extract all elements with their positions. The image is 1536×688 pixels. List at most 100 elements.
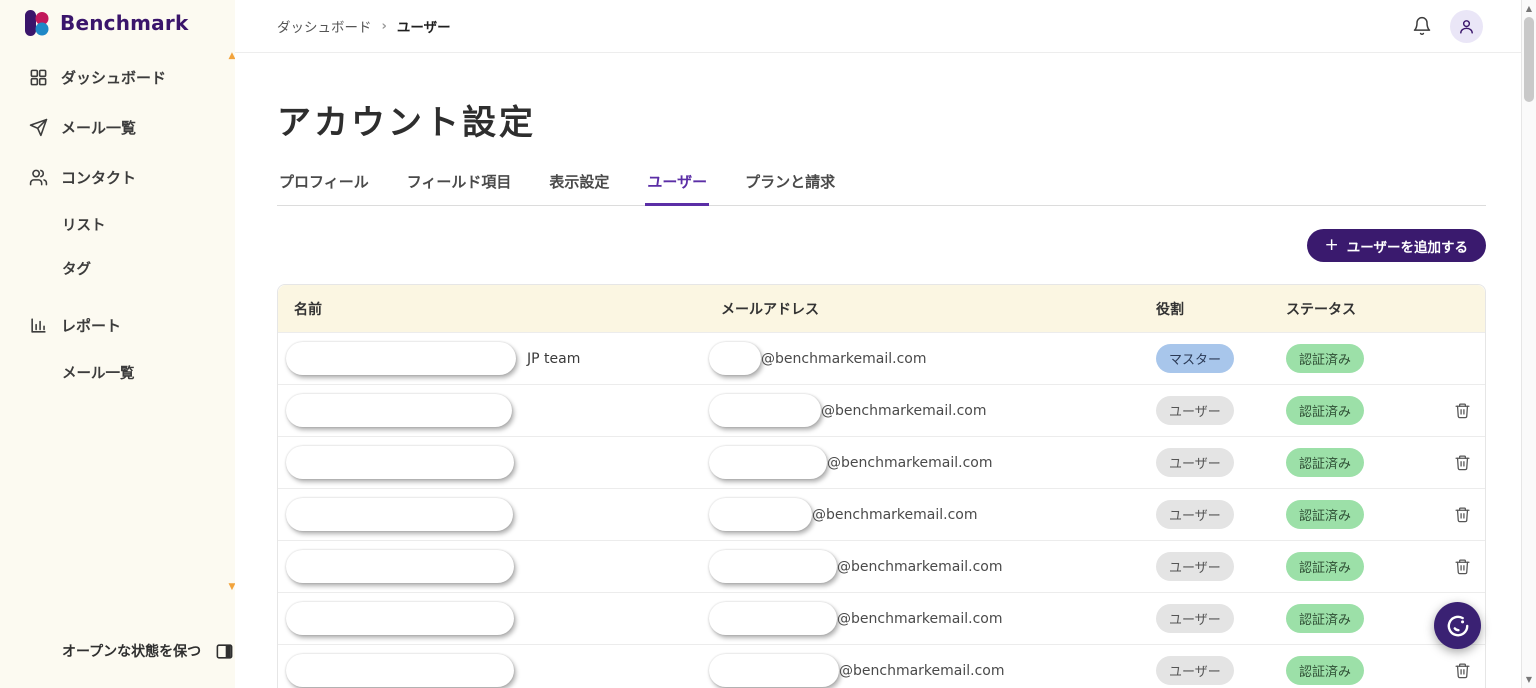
role-cell: ユーザー xyxy=(1156,656,1286,685)
tab[interactable]: プロフィール xyxy=(277,171,371,205)
trash-icon[interactable] xyxy=(1454,454,1471,471)
breadcrumb-separator-icon: › xyxy=(381,18,387,34)
sidebar-item[interactable]: タグ xyxy=(0,246,235,290)
add-user-label: ユーザーを追加する xyxy=(1346,239,1468,256)
topbar: ダッシュボード › ユーザー xyxy=(235,0,1521,53)
sidebar-item[interactable]: コンタクト xyxy=(0,152,235,202)
status-cell: 認証済み xyxy=(1286,656,1456,685)
role-cell: ユーザー xyxy=(1156,396,1286,425)
sidebar-item-label: コンタクト xyxy=(61,168,137,187)
app-window: Benchmark ▲ ダッシュボード メール一覧 コンタクト リスト タグ レポート メー… xyxy=(0,0,1536,688)
redacted-name xyxy=(286,602,514,635)
redacted-name xyxy=(286,654,514,687)
email-domain: @benchmarkemail.com xyxy=(827,454,993,471)
sidebar-item[interactable]: リスト xyxy=(0,202,235,246)
table-body: JP team @benchmarkemail.com マスター 認証済み @bench… xyxy=(278,332,1485,688)
trash-icon[interactable] xyxy=(1454,662,1471,679)
sidebar-item-label: タグ xyxy=(62,261,91,278)
sidebar-item-label: リスト xyxy=(62,217,106,234)
trash-cell xyxy=(1454,454,1485,471)
tab[interactable]: プランと請求 xyxy=(743,171,837,205)
status-badge: 認証済み xyxy=(1286,552,1365,581)
status-cell: 認証済み xyxy=(1286,448,1456,477)
sidebar-item[interactable]: メール一覧 xyxy=(0,350,235,394)
sidebar-item[interactable]: レポート xyxy=(0,300,235,350)
email-cell: @benchmarkemail.com xyxy=(709,498,1156,531)
email-cell: @benchmarkemail.com xyxy=(709,654,1156,687)
status-badge: 認証済み xyxy=(1286,500,1365,529)
redacted-email xyxy=(709,342,761,375)
sidebar-item-label: メール一覧 xyxy=(61,118,137,137)
benchmark-logo[interactable]: Benchmark xyxy=(22,8,188,38)
plus-icon: + xyxy=(1324,235,1339,255)
redacted-name xyxy=(286,446,514,479)
sidebar: Benchmark ▲ ダッシュボード メール一覧 コンタクト リスト タグ レポート メー… xyxy=(0,0,235,688)
status-badge: 認証済み xyxy=(1286,448,1365,477)
tab[interactable]: フィールド項目 xyxy=(405,171,514,205)
name-cell: JP team xyxy=(278,342,721,375)
topbar-actions xyxy=(1412,9,1483,43)
email-cell: @benchmarkemail.com xyxy=(709,550,1156,583)
header-email: メールアドレス xyxy=(721,301,819,318)
trash-icon[interactable] xyxy=(1454,558,1471,575)
email-cell: @benchmarkemail.com xyxy=(709,602,1156,635)
grid-icon xyxy=(29,68,48,87)
role-cell: マスター xyxy=(1156,344,1286,373)
brand-name: Benchmark xyxy=(60,11,189,35)
header-role: 役割 xyxy=(1156,301,1184,318)
breadcrumb-current: ユーザー xyxy=(396,20,451,36)
tab-active[interactable]: ユーザー xyxy=(645,171,710,206)
email-domain: @benchmarkemail.com xyxy=(821,402,987,419)
sidebar-item[interactable]: メール一覧 xyxy=(0,102,235,152)
header-status: ステータス xyxy=(1286,301,1356,318)
email-cell: @benchmarkemail.com xyxy=(709,446,1156,479)
help-chat-button[interactable] xyxy=(1434,602,1481,649)
name-cell xyxy=(278,446,721,479)
tab[interactable]: 表示設定 xyxy=(547,171,611,205)
table-row: @benchmarkemail.com ユーザー 認証済み xyxy=(278,540,1485,592)
table-row: @benchmarkemail.com ユーザー 認証済み xyxy=(278,384,1485,436)
breadcrumb-dashboard[interactable]: ダッシュボード xyxy=(277,16,372,36)
add-user-button[interactable]: + ユーザーを追加する xyxy=(1306,229,1486,262)
status-cell: 認証済み xyxy=(1286,344,1456,373)
redacted-email xyxy=(709,446,827,479)
redacted-name xyxy=(286,394,512,427)
email-domain: @benchmarkemail.com xyxy=(837,610,1003,627)
keep-open-label: オープンな状態を保つ xyxy=(62,644,202,660)
email-domain: @benchmarkemail.com xyxy=(761,350,927,367)
status-cell: 認証済み xyxy=(1286,552,1456,581)
name-cell xyxy=(278,654,721,687)
scrollbar-thumb[interactable] xyxy=(1524,17,1534,102)
redacted-name xyxy=(286,498,513,531)
role-badge: ユーザー xyxy=(1156,552,1234,581)
table-row: @benchmarkemail.com ユーザー 認証済み xyxy=(278,488,1485,540)
trash-icon[interactable] xyxy=(1454,402,1471,419)
actions-row: + ユーザーを追加する xyxy=(277,229,1486,262)
chart-icon xyxy=(29,316,48,335)
table-row: @benchmarkemail.com ユーザー 認証済み xyxy=(278,436,1485,488)
user-avatar[interactable] xyxy=(1450,9,1483,43)
role-cell: ユーザー xyxy=(1156,500,1286,529)
notification-bell-icon[interactable] xyxy=(1412,16,1432,36)
scrollbar-up-icon[interactable]: ▲ xyxy=(1522,4,1536,13)
sidebar-toggle-icon[interactable] xyxy=(215,642,234,661)
sidebar-item[interactable]: ダッシュボード xyxy=(0,52,235,102)
status-cell: 認証済み xyxy=(1286,604,1456,633)
page-title: アカウント設定 xyxy=(277,103,536,143)
email-domain: @benchmarkemail.com xyxy=(837,558,1003,575)
trash-cell xyxy=(1454,662,1485,679)
name-cell xyxy=(278,394,721,427)
role-cell: ユーザー xyxy=(1156,448,1286,477)
role-badge: ユーザー xyxy=(1156,604,1234,633)
trash-cell xyxy=(1454,558,1485,575)
scrollbar-down-icon[interactable]: ▼ xyxy=(1522,675,1536,684)
name-cell xyxy=(278,602,721,635)
trash-icon[interactable] xyxy=(1454,506,1471,523)
page-scrollbar[interactable]: ▲ ▼ xyxy=(1521,0,1536,688)
sidebar-nav: ダッシュボード メール一覧 コンタクト リスト タグ レポート メール一覧 xyxy=(0,52,235,394)
table-row: @benchmarkemail.com ユーザー 認証済み xyxy=(278,592,1485,644)
sidebar-footer: オープンな状態を保つ xyxy=(62,641,234,661)
sidebar-item-label: メール一覧 xyxy=(62,365,135,382)
table-row: JP team @benchmarkemail.com マスター 認証済み xyxy=(278,332,1485,384)
name-cell xyxy=(278,550,721,583)
